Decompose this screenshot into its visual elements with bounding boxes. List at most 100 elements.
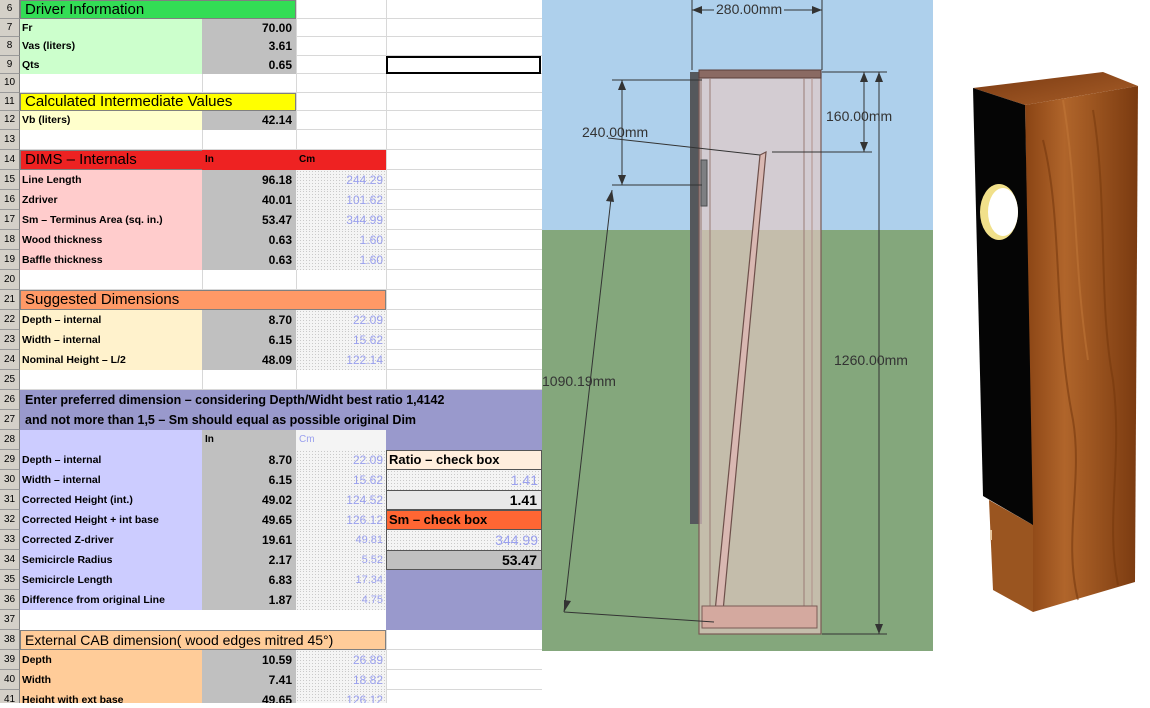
preferred-fill[interactable]: [386, 589, 542, 610]
row-value[interactable]: 2.17: [202, 549, 296, 570]
row-label[interactable]: Wood thickness: [20, 229, 202, 250]
preferred-fill[interactable]: [386, 569, 542, 590]
row-value[interactable]: 96.18: [202, 169, 296, 190]
row-label[interactable]: Difference from original Line: [20, 589, 202, 610]
preferred-spacer[interactable]: [20, 429, 202, 450]
row-number[interactable]: 14: [0, 149, 20, 170]
row-number[interactable]: 6: [0, 0, 20, 19]
row-value[interactable]: 0.65: [202, 55, 296, 74]
preferred-spacer[interactable]: [386, 429, 542, 450]
row-value[interactable]: 6.15: [202, 469, 296, 490]
row-number[interactable]: 8: [0, 37, 20, 56]
row-value[interactable]: 49.65: [202, 509, 296, 530]
row-number[interactable]: 18: [0, 229, 20, 250]
row-label[interactable]: Corrected Height + int base: [20, 509, 202, 530]
row-cm-value[interactable]: 101.62: [296, 189, 386, 210]
empty-row[interactable]: [20, 609, 386, 630]
row-label[interactable]: Vb (liters): [20, 111, 202, 130]
section-title-suggested[interactable]: Suggested Dimensions: [20, 289, 386, 310]
row-number[interactable]: 15: [0, 169, 20, 190]
row-cm-value[interactable]: 1.60: [296, 249, 386, 270]
row-cm-value[interactable]: 244.29: [296, 169, 386, 190]
row-number[interactable]: 28: [0, 429, 20, 450]
row-number[interactable]: 35: [0, 569, 20, 590]
row-cm-value[interactable]: 4.75: [296, 589, 386, 610]
row-value[interactable]: 7.41: [202, 669, 296, 690]
row-label[interactable]: Zdriver: [20, 189, 202, 210]
row-label[interactable]: Depth: [20, 649, 202, 670]
ratio-check-title[interactable]: Ratio – check box: [386, 449, 542, 470]
row-number[interactable]: 23: [0, 329, 20, 350]
row-label[interactable]: Width – internal: [20, 469, 202, 490]
row-number[interactable]: 20: [0, 269, 20, 290]
row-number[interactable]: 10: [0, 74, 20, 93]
preferred-note-line2[interactable]: and not more than 1,5 – Sm should equal …: [20, 409, 542, 430]
row-number[interactable]: 25: [0, 369, 20, 390]
row-cm-value[interactable]: 15.62: [296, 329, 386, 350]
model-viewport[interactable]: 280.00mm 240.00mm 160.00mm 1090.19mm 126…: [542, 0, 933, 651]
section-title-dims[interactable]: DIMS – Internals: [20, 149, 202, 170]
row-cm-value[interactable]: 22.09: [296, 309, 386, 330]
row-label[interactable]: Corrected Z-driver: [20, 529, 202, 550]
row-number[interactable]: 12: [0, 111, 20, 130]
row-number[interactable]: 19: [0, 249, 20, 270]
row-value[interactable]: 8.70: [202, 309, 296, 330]
row-number[interactable]: 27: [0, 409, 20, 430]
row-label[interactable]: Width – internal: [20, 329, 202, 350]
row-number[interactable]: 40: [0, 669, 20, 690]
row-value[interactable]: 10.59: [202, 649, 296, 670]
row-number[interactable]: 41: [0, 689, 20, 703]
row-value[interactable]: 1.87: [202, 589, 296, 610]
section-title-driver[interactable]: Driver Information: [20, 0, 296, 19]
row-value[interactable]: 6.15: [202, 329, 296, 350]
column-header-in[interactable]: In: [202, 149, 296, 170]
sm-check-cm[interactable]: 344.99: [386, 529, 542, 550]
sm-check-in[interactable]: 53.47: [386, 549, 542, 570]
row-value[interactable]: 0.63: [202, 249, 296, 270]
row-number[interactable]: 39: [0, 649, 20, 670]
section-title-calculated[interactable]: Calculated Intermediate Values: [20, 92, 296, 111]
ratio-check-in[interactable]: 1.41: [386, 489, 542, 510]
section-title-external[interactable]: External CAB dimension( wood edges mitre…: [20, 629, 386, 650]
row-value[interactable]: 19.61: [202, 529, 296, 550]
row-number[interactable]: 37: [0, 609, 20, 630]
row-number[interactable]: 13: [0, 129, 20, 150]
row-value[interactable]: 42.14: [202, 111, 296, 130]
row-label[interactable]: Fr: [20, 18, 202, 37]
row-label[interactable]: Baffle thickness: [20, 249, 202, 270]
row-number[interactable]: 34: [0, 549, 20, 570]
row-number[interactable]: 22: [0, 309, 20, 330]
row-value[interactable]: 8.70: [202, 449, 296, 470]
row-number[interactable]: 31: [0, 489, 20, 510]
column-header-in[interactable]: In: [202, 429, 296, 450]
ratio-check-cm[interactable]: 1.41: [386, 469, 542, 490]
spreadsheet[interactable]: 6 7 8 9 10 11 12 13 14 15 16 17 18 19 20 21 22 23 24 25 26 27…: [0, 0, 542, 703]
row-cm-value[interactable]: 49.81: [296, 529, 386, 550]
row-cm-value[interactable]: 22.09: [296, 449, 386, 470]
row-cm-value[interactable]: 124.52: [296, 489, 386, 510]
row-number[interactable]: 9: [0, 55, 20, 74]
row-label[interactable]: Semicircle Radius: [20, 549, 202, 570]
row-value[interactable]: 70.00: [202, 18, 296, 37]
row-value[interactable]: 40.01: [202, 189, 296, 210]
row-value[interactable]: 49.65: [202, 689, 296, 703]
row-number[interactable]: 38: [0, 629, 20, 650]
row-number[interactable]: 26: [0, 389, 20, 410]
row-number[interactable]: 7: [0, 18, 20, 37]
row-cm-value[interactable]: 15.62: [296, 469, 386, 490]
selected-cell[interactable]: [386, 56, 541, 74]
row-cm-value[interactable]: 126.12: [296, 509, 386, 530]
row-cm-value[interactable]: 122.14: [296, 349, 386, 370]
preferred-fill[interactable]: [386, 609, 542, 630]
row-number[interactable]: 29: [0, 449, 20, 470]
row-value[interactable]: 3.61: [202, 37, 296, 56]
row-cm-value[interactable]: 26.89: [296, 649, 386, 670]
row-value[interactable]: 49.02: [202, 489, 296, 510]
column-header-cm[interactable]: Cm: [296, 429, 386, 450]
row-cm-value[interactable]: 17.34: [296, 569, 386, 590]
row-cm-value[interactable]: 344.99: [296, 209, 386, 230]
row-label[interactable]: Semicircle Length: [20, 569, 202, 590]
row-label[interactable]: Qts: [20, 55, 202, 74]
row-label[interactable]: Corrected Height (int.): [20, 489, 202, 510]
row-number[interactable]: 11: [0, 92, 20, 111]
